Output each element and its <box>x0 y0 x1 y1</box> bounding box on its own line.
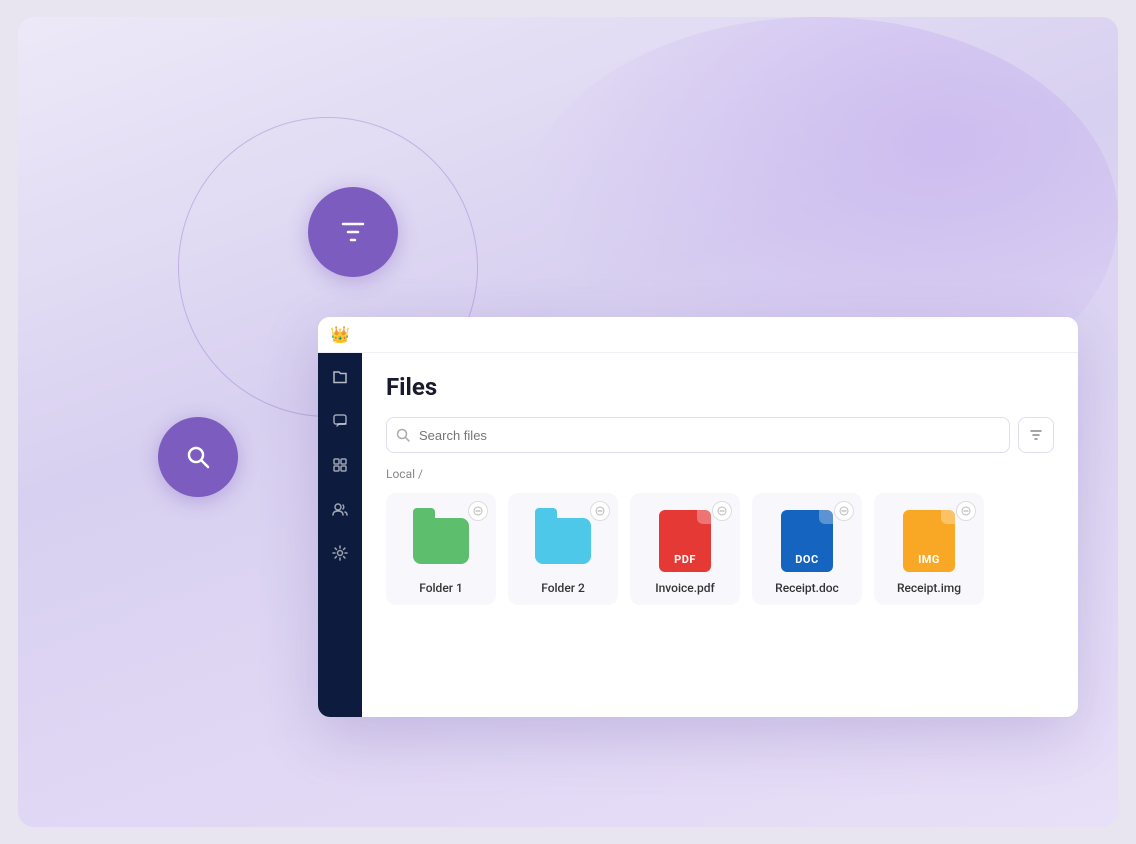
receipt-doc-icon: DOC <box>777 509 837 573</box>
file-card-menu-folder1[interactable] <box>468 501 488 521</box>
filter-icon <box>1029 428 1043 442</box>
invoice-name: Invoice.pdf <box>655 581 715 595</box>
search-input[interactable] <box>386 417 1010 453</box>
sidebar-item-grid[interactable] <box>328 453 352 477</box>
app-body: Files <box>318 353 1078 717</box>
crown-icon: 👑 <box>330 325 350 344</box>
search-icon <box>396 428 410 442</box>
file-card-receipt-img[interactable]: IMG Receipt.img <box>874 493 984 605</box>
file-card-menu-receipt-img[interactable] <box>956 501 976 521</box>
filter-button[interactable] <box>1018 417 1054 453</box>
search-input-wrapper <box>386 417 1010 453</box>
file-card-menu-receipt-doc[interactable] <box>834 501 854 521</box>
invoice-icon: PDF <box>655 509 715 573</box>
folder1-name: Folder 1 <box>419 581 463 595</box>
sidebar-item-chat[interactable] <box>328 409 352 433</box>
page-title: Files <box>386 373 1054 401</box>
folder2-icon <box>533 509 593 573</box>
receipt-img-icon: IMG <box>899 509 959 573</box>
file-card-menu-invoice[interactable] <box>712 501 732 521</box>
file-card-folder1[interactable]: Folder 1 <box>386 493 496 605</box>
sidebar <box>318 353 362 717</box>
sidebar-item-users[interactable] <box>328 497 352 521</box>
receipt-doc-name: Receipt.doc <box>775 581 839 595</box>
file-card-receipt-doc[interactable]: DOC Receipt.doc <box>752 493 862 605</box>
sidebar-item-settings[interactable] <box>328 541 352 565</box>
file-card-menu-folder2[interactable] <box>590 501 610 521</box>
filter-deco-icon <box>335 214 371 250</box>
main-content: Files <box>362 353 1078 717</box>
file-card-folder2[interactable]: Folder 2 <box>508 493 618 605</box>
app-window: 👑 <box>318 317 1078 717</box>
background-wrapper: 👑 <box>18 17 1118 827</box>
title-bar: 👑 <box>318 317 1078 353</box>
search-circle-deco <box>158 417 238 497</box>
search-deco-icon <box>181 440 215 474</box>
receipt-img-name: Receipt.img <box>897 581 961 595</box>
breadcrumb: Local / <box>386 467 1054 481</box>
folder1-icon <box>411 509 471 573</box>
filter-circle-deco <box>308 187 398 277</box>
search-row <box>386 417 1054 453</box>
files-grid: Folder 1 Folder 2 <box>386 493 1054 605</box>
file-card-invoice[interactable]: PDF Invoice.pdf <box>630 493 740 605</box>
sidebar-item-files[interactable] <box>328 365 352 389</box>
folder2-name: Folder 2 <box>541 581 585 595</box>
